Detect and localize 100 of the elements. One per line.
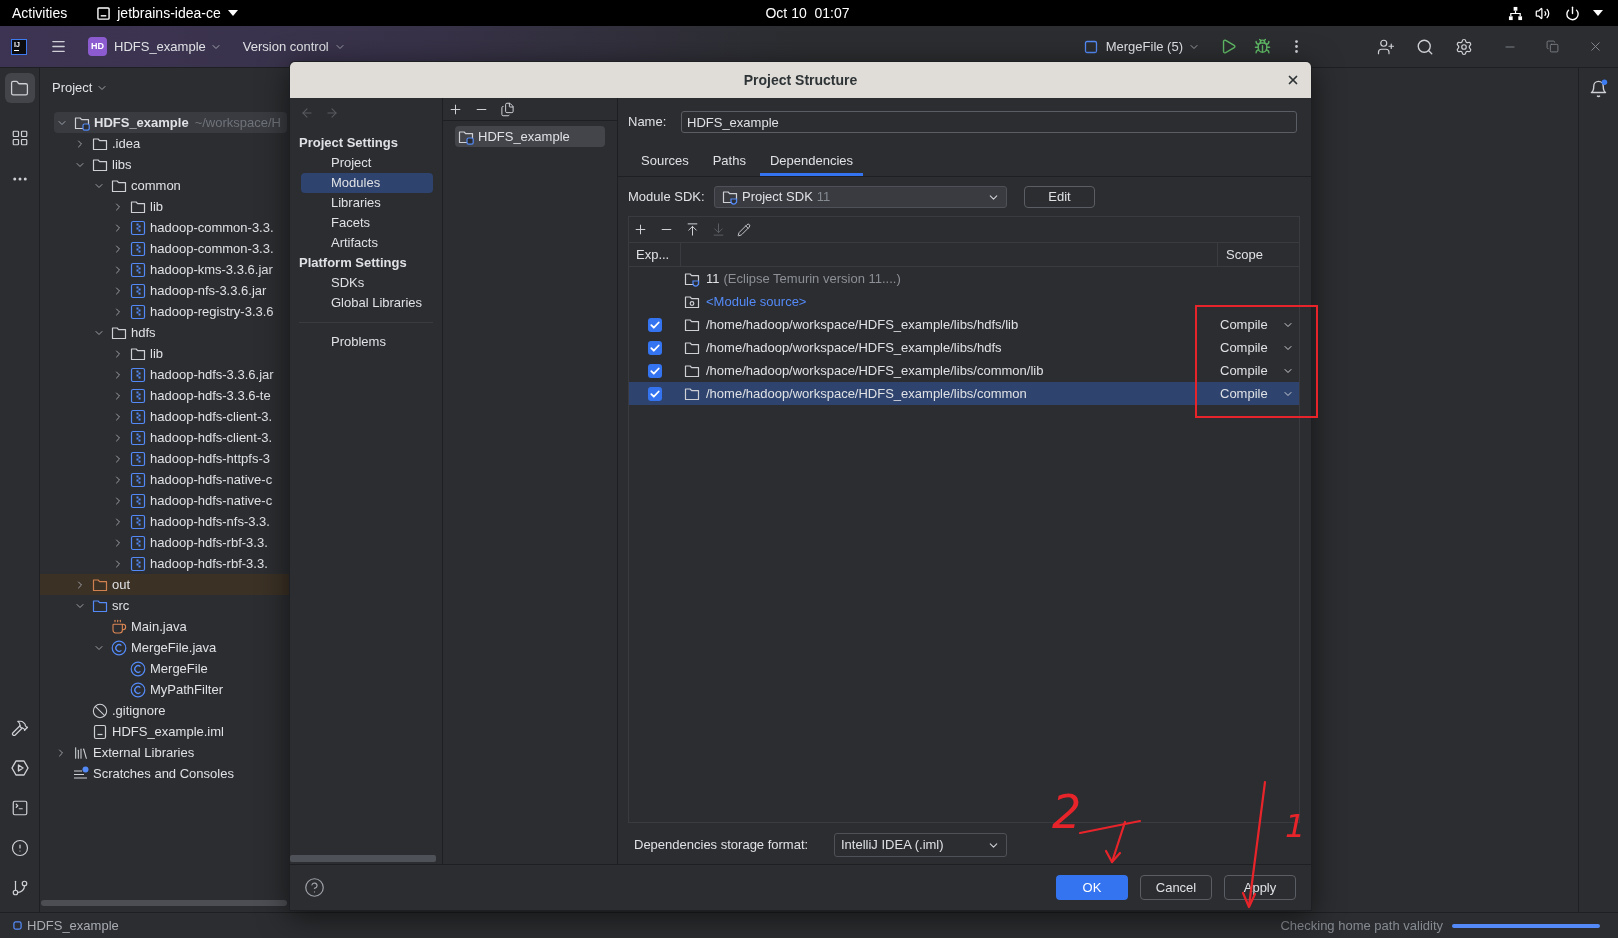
notification-bell-icon[interactable]: [1589, 79, 1608, 98]
module-sdk-dropdown[interactable]: Project SDK 11: [714, 186, 1007, 208]
dependency-row[interactable]: /home/hadoop/workspace/HDFS_example/libs/hdfs Compile: [629, 336, 1299, 359]
scope-dropdown[interactable]: Compile: [1220, 337, 1294, 358]
bug-icon[interactable]: [1254, 38, 1271, 55]
tree-item[interactable]: hadoop-hdfs-client-3.: [40, 427, 289, 448]
volume-icon[interactable]: [1535, 5, 1550, 21]
move-up-icon[interactable]: [685, 222, 700, 237]
search-icon[interactable]: [1416, 37, 1434, 56]
scope-dropdown[interactable]: Compile: [1220, 383, 1294, 404]
nav-item[interactable]: Global Libraries: [301, 293, 433, 313]
tree-item[interactable]: External Libraries: [40, 742, 289, 763]
tab[interactable]: Dependencies: [759, 149, 864, 176]
tree-item[interactable]: lib: [40, 196, 289, 217]
run-icon[interactable]: [1220, 38, 1237, 55]
alert-icon[interactable]: [10, 839, 29, 857]
tree-item[interactable]: hadoop-hdfs-native-c: [40, 490, 289, 511]
nav-item[interactable]: SDKs: [301, 273, 433, 293]
tree-item[interactable]: MergeFile.java: [40, 637, 289, 658]
add-icon[interactable]: [633, 222, 648, 237]
menu-icon[interactable]: [50, 38, 67, 55]
checkbox[interactable]: [648, 386, 662, 401]
project-tool-button[interactable]: [4, 73, 35, 103]
restore-icon[interactable]: [1546, 40, 1559, 53]
edit-button[interactable]: Edit: [1024, 186, 1095, 208]
ok-button[interactable]: OK: [1056, 875, 1128, 900]
tree-item[interactable]: libs: [40, 154, 289, 175]
tree-item[interactable]: Main.java: [40, 616, 289, 637]
app-menu[interactable]: jetbrains-idea-ce: [97, 6, 238, 20]
tree-item[interactable]: common: [40, 175, 289, 196]
nav-item[interactable]: Libraries: [301, 193, 433, 213]
tree-item[interactable]: hadoop-common-3.3.: [40, 217, 289, 238]
nav-item[interactable]: Artifacts: [301, 233, 433, 253]
hammer-icon[interactable]: [10, 719, 29, 737]
add-icon[interactable]: [448, 101, 463, 117]
dependency-row[interactable]: /home/hadoop/workspace/HDFS_example/libs/hdfs/lib Compile: [629, 313, 1299, 336]
project-view-selector[interactable]: Project: [52, 78, 109, 98]
scope-dropdown[interactable]: Compile: [1220, 360, 1294, 381]
horizontal-scrollbar[interactable]: [290, 855, 436, 862]
tree-item[interactable]: MyPathFilter: [40, 679, 289, 700]
breadcrumb[interactable]: HDFS_example: [27, 915, 119, 936]
tab[interactable]: Paths: [702, 149, 756, 176]
tree-item[interactable]: hadoop-hdfs-3.3.6-te: [40, 385, 289, 406]
dialog-button[interactable]: Cancel: [1140, 875, 1212, 900]
tree-item[interactable]: MergeFile: [40, 658, 289, 679]
tree-item[interactable]: HDFS_example ~/workspace/H: [54, 112, 287, 133]
module-list-item[interactable]: HDFS_example: [455, 126, 605, 147]
tree-item[interactable]: hadoop-hdfs-rbf-3.3.: [40, 553, 289, 574]
dependency-row[interactable]: <Module source>: [629, 290, 1299, 313]
version-control-menu[interactable]: Version control: [242, 36, 346, 57]
tree-item[interactable]: hadoop-common-3.3.: [40, 238, 289, 259]
nav-item[interactable]: Modules: [301, 173, 433, 193]
activities-button[interactable]: Activities: [12, 6, 68, 20]
checkbox[interactable]: [648, 363, 662, 378]
column-header[interactable]: Scope: [1217, 243, 1299, 266]
settings-icon[interactable]: [1455, 37, 1473, 56]
tree-item[interactable]: hadoop-hdfs-rbf-3.3.: [40, 532, 289, 553]
move-down-icon[interactable]: [711, 222, 726, 237]
dependency-row[interactable]: /home/hadoop/workspace/HDFS_example/libs/common Compile: [629, 382, 1299, 405]
tree-item[interactable]: hdfs: [40, 322, 289, 343]
tree-item[interactable]: hadoop-hdfs-nfs-3.3.: [40, 511, 289, 532]
structure-icon[interactable]: [10, 129, 29, 147]
tree-item[interactable]: hadoop-nfs-3.3.6.jar: [40, 280, 289, 301]
git-branch-icon[interactable]: [10, 879, 29, 897]
tree-item[interactable]: .idea: [40, 133, 289, 154]
checkbox[interactable]: [648, 317, 662, 332]
tree-item[interactable]: Scratches and Consoles: [40, 763, 289, 784]
tree-item[interactable]: hadoop-hdfs-3.3.6.jar: [40, 364, 289, 385]
tree-item[interactable]: lib: [40, 343, 289, 364]
tab[interactable]: Sources: [631, 149, 699, 176]
nav-item[interactable]: Problems: [301, 332, 433, 352]
checkbox[interactable]: [648, 340, 662, 355]
terminal-icon[interactable]: [10, 799, 29, 817]
copy-icon[interactable]: [500, 101, 515, 117]
caret-down-icon[interactable]: [1593, 10, 1603, 16]
network-icon[interactable]: [1508, 5, 1523, 21]
tree-item[interactable]: hadoop-hdfs-client-3.: [40, 406, 289, 427]
storage-format-dropdown[interactable]: IntelliJ IDEA (.iml): [834, 833, 1007, 857]
horizontal-scrollbar[interactable]: [41, 900, 287, 906]
hexagon-play-icon[interactable]: [10, 759, 29, 777]
project-widget[interactable]: HD HDFS_example: [88, 36, 222, 57]
scope-dropdown[interactable]: Compile: [1220, 314, 1294, 335]
tree-item[interactable]: out: [40, 574, 289, 595]
pencil-icon[interactable]: [737, 222, 751, 237]
clock[interactable]: Oct 10 01:07: [765, 6, 850, 20]
dependency-row[interactable]: 11 (Eclipse Temurin version 11....): [629, 267, 1299, 290]
nav-item[interactable]: Project: [301, 153, 433, 173]
help-icon[interactable]: [304, 877, 325, 898]
column-header[interactable]: Exp...: [629, 243, 681, 266]
close-icon[interactable]: [1286, 73, 1300, 87]
name-field[interactable]: HDFS_example: [681, 111, 1297, 133]
tree-item[interactable]: .gitignore: [40, 700, 289, 721]
tree-item[interactable]: hadoop-hdfs-httpfs-3: [40, 448, 289, 469]
nav-item[interactable]: Facets: [301, 213, 433, 233]
power-icon[interactable]: [1565, 5, 1580, 21]
tree-item[interactable]: src: [40, 595, 289, 616]
dependency-row[interactable]: /home/hadoop/workspace/HDFS_example/libs/common/lib Compile: [629, 359, 1299, 382]
tree-item[interactable]: hadoop-hdfs-native-c: [40, 469, 289, 490]
run-configuration-selector[interactable]: MergeFile (5): [1083, 36, 1200, 57]
add-user-icon[interactable]: [1377, 37, 1395, 56]
